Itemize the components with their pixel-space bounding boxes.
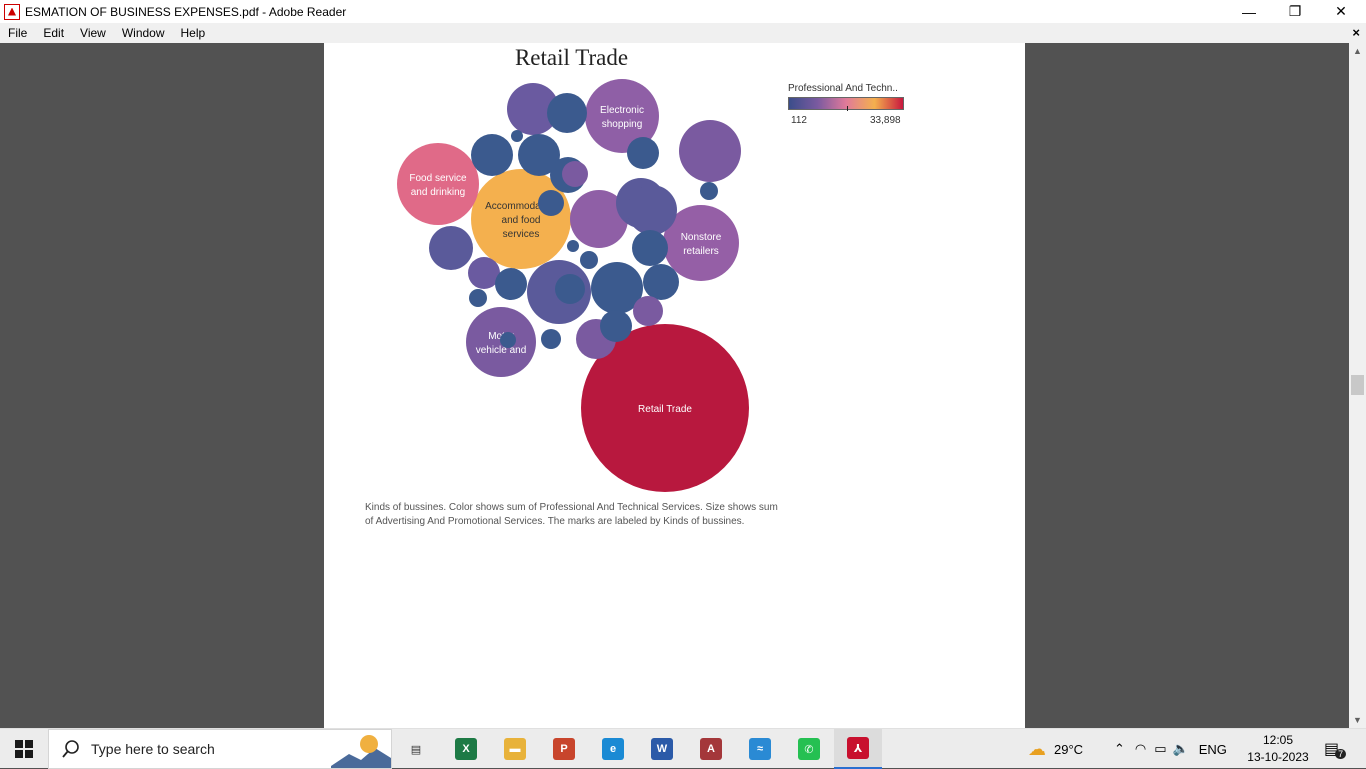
bubble bbox=[500, 332, 516, 348]
bubble bbox=[471, 134, 513, 176]
file-explorer-taskbar-button[interactable]: ▬ bbox=[491, 729, 539, 769]
bubble bbox=[643, 264, 679, 300]
weather-icon: ☁ bbox=[1028, 738, 1046, 759]
feedback-taskbar-button[interactable]: ≈ bbox=[736, 729, 784, 769]
document-viewer[interactable]: Retail Trade Retail Trade Accommodation an… bbox=[0, 43, 1349, 728]
weather-temp: 29°C bbox=[1054, 741, 1084, 757]
bubble bbox=[567, 240, 579, 252]
excel-taskbar-button[interactable]: X bbox=[442, 729, 490, 769]
word-icon: W bbox=[651, 738, 673, 760]
bubble-food-service-and-drinking bbox=[397, 143, 479, 225]
access-taskbar-button[interactable]: A bbox=[687, 729, 735, 769]
file-explorer-icon: ▬ bbox=[504, 738, 526, 760]
bubble bbox=[700, 182, 718, 200]
bubble bbox=[469, 289, 487, 307]
bubble-label: Retail Trade bbox=[638, 404, 692, 415]
adobe-reader-taskbar-button[interactable]: ⅄ bbox=[834, 729, 882, 769]
window-title: ESMATION OF BUSINESS EXPENSES.pdf - Adob… bbox=[25, 4, 347, 19]
scroll-thumb[interactable] bbox=[1351, 375, 1364, 395]
restore-button[interactable]: ❐ bbox=[1272, 0, 1318, 23]
close-button[interactable]: ✕ bbox=[1318, 0, 1364, 23]
title-bar: ESMATION OF BUSINESS EXPENSES.pdf - Adob… bbox=[0, 0, 1366, 23]
powerpoint-icon: P bbox=[553, 738, 575, 760]
excel-icon: X bbox=[455, 738, 477, 760]
bubble bbox=[511, 130, 523, 142]
battery-icon[interactable]: ▭ bbox=[1154, 741, 1166, 757]
task-view-taskbar-button[interactable]: ▤ bbox=[392, 729, 440, 769]
menu-window[interactable]: Window bbox=[114, 26, 173, 40]
pdf-page: Retail Trade Retail Trade Accommodation an… bbox=[324, 43, 1025, 728]
weather-widget[interactable]: ☁ 29°C bbox=[1028, 729, 1083, 769]
menu-edit[interactable]: Edit bbox=[35, 26, 72, 40]
windows-icon bbox=[15, 740, 33, 758]
clock-time: 12:05 bbox=[1262, 733, 1294, 747]
legend-marker bbox=[847, 106, 848, 111]
edge-icon: e bbox=[602, 738, 624, 760]
notification-count: 7 bbox=[1335, 749, 1347, 759]
bubble bbox=[627, 185, 677, 235]
bubble bbox=[495, 268, 527, 300]
scroll-up-icon[interactable]: ▲ bbox=[1349, 43, 1366, 59]
bubble bbox=[541, 329, 561, 349]
bubble bbox=[632, 230, 668, 266]
edge-taskbar-button[interactable]: e bbox=[589, 729, 637, 769]
volume-icon[interactable]: 🔈 bbox=[1173, 741, 1189, 757]
vertical-scrollbar[interactable]: ▲ ▼ bbox=[1349, 43, 1366, 728]
chevron-up-icon[interactable]: ⌃ bbox=[1114, 741, 1125, 757]
whatsapp-taskbar-button[interactable]: ✆ bbox=[785, 729, 833, 769]
search-icon bbox=[62, 740, 79, 758]
taskbar: Type here to search ▤ X ▬ Pe W A ≈ ✆ ⅄ ☁ 29°C ⌃ … bbox=[0, 728, 1366, 769]
bubble bbox=[429, 226, 473, 270]
bubble bbox=[679, 120, 741, 182]
clock-date: 13-10-2023 bbox=[1247, 750, 1309, 764]
legend-title: Professional And Techn.. bbox=[788, 83, 898, 94]
menu-bar: File Edit View Window Help × bbox=[0, 23, 1366, 43]
minimize-button[interactable]: — bbox=[1226, 0, 1272, 23]
whatsapp-icon: ✆ bbox=[798, 738, 820, 760]
bubble bbox=[555, 274, 585, 304]
menu-view[interactable]: View bbox=[72, 26, 114, 40]
bubble bbox=[627, 137, 659, 169]
bubble bbox=[580, 251, 598, 269]
menu-file[interactable]: File bbox=[0, 26, 35, 40]
access-icon: A bbox=[700, 738, 722, 760]
bubble bbox=[547, 93, 587, 133]
taskbar-search[interactable]: Type here to search bbox=[48, 729, 392, 769]
bubble bbox=[538, 190, 564, 216]
bubble bbox=[562, 161, 588, 187]
adobe-reader-icon: ⅄ bbox=[847, 737, 869, 759]
search-highlight-icon bbox=[331, 735, 391, 768]
feedback-icon: ≈ bbox=[749, 738, 771, 760]
legend-max-value: 33,898 bbox=[870, 115, 901, 126]
bubble bbox=[600, 310, 632, 342]
word-taskbar-button[interactable]: W bbox=[638, 729, 686, 769]
start-button[interactable] bbox=[0, 729, 48, 769]
task-view-icon: ▤ bbox=[410, 743, 422, 756]
color-legend: Professional And Techn.. 112 33,898 bbox=[788, 83, 918, 126]
legend-min-value: 112 bbox=[791, 115, 807, 126]
legend-gradient-bar bbox=[788, 97, 904, 110]
language-indicator[interactable]: ENG bbox=[1199, 742, 1227, 757]
clock[interactable]: 12:05 13-10-2023 bbox=[1238, 732, 1318, 766]
scroll-down-icon[interactable]: ▼ bbox=[1349, 712, 1366, 728]
bubble-chart: Retail TradeAccommodation and food service… bbox=[397, 79, 749, 492]
close-document-button[interactable]: × bbox=[1352, 25, 1360, 40]
adobe-reader-icon bbox=[4, 3, 20, 20]
menu-help[interactable]: Help bbox=[173, 26, 214, 40]
powerpoint-taskbar-button[interactable]: P bbox=[540, 729, 588, 769]
bubble bbox=[633, 296, 663, 326]
chart-caption: Kinds of bussines. Color shows sum of Pr… bbox=[365, 502, 778, 527]
search-placeholder: Type here to search bbox=[91, 741, 215, 757]
wifi-icon[interactable]: ◠ bbox=[1135, 741, 1146, 757]
notification-center[interactable]: ▤ 7 bbox=[1324, 729, 1347, 769]
system-tray: ⌃ ◠ ▭ 🔈 ENG bbox=[1114, 729, 1227, 769]
